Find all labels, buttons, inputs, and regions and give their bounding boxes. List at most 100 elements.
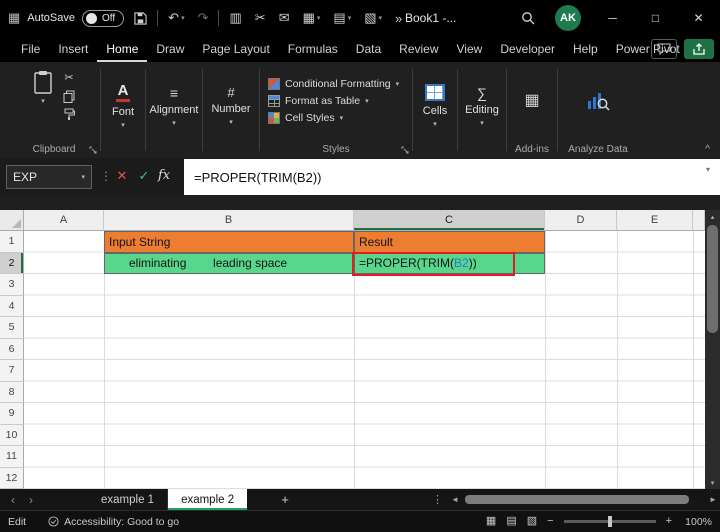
normal-view-button[interactable]: ▦: [486, 516, 496, 527]
format-painter-button[interactable]: [63, 108, 75, 121]
row-header-11[interactable]: 11: [0, 446, 24, 468]
zoom-in-button[interactable]: +: [666, 516, 672, 527]
row-header-8[interactable]: 8: [0, 381, 24, 403]
sheet-nav-next-button[interactable]: ›: [22, 489, 40, 510]
editing-group-button[interactable]: ∑ Editing ▾: [458, 62, 506, 158]
column-header-e[interactable]: E: [617, 210, 693, 231]
sheet-tab-example-1[interactable]: example 1: [88, 489, 169, 510]
scroll-down-icon[interactable]: ▾: [705, 476, 720, 489]
sheet-options-icon[interactable]: ⋮: [432, 489, 443, 510]
formula-bar-handle-icon[interactable]: ⋮: [100, 169, 112, 183]
cancel-button[interactable]: ✕: [112, 168, 132, 184]
addins-button[interactable]: ▦: [507, 62, 557, 140]
app-launcher-icon[interactable]: ▦: [8, 10, 20, 26]
accessibility-status[interactable]: Accessibility: Good to go: [48, 516, 179, 528]
conditional-formatting-button[interactable]: Conditional Formatting ▾: [268, 78, 399, 90]
tab-file[interactable]: File: [12, 36, 49, 62]
tab-formulas[interactable]: Formulas: [279, 36, 347, 62]
row-header-3[interactable]: 3: [0, 274, 24, 296]
formula-bar-expand-icon[interactable]: ▾: [706, 159, 710, 174]
column-header-b[interactable]: B: [104, 210, 354, 231]
tab-draw[interactable]: Draw: [147, 36, 193, 62]
save-button[interactable]: [131, 5, 150, 31]
row-header-7[interactable]: 7: [0, 360, 24, 382]
share-button[interactable]: [684, 39, 714, 59]
row-header-5[interactable]: 5: [0, 317, 24, 339]
cell-c1[interactable]: Result: [354, 231, 545, 253]
tab-review[interactable]: Review: [390, 36, 447, 62]
page-layout-view-button[interactable]: ▤: [506, 516, 516, 527]
toolbar-overflow-button[interactable]: »: [392, 5, 405, 31]
tab-data[interactable]: Data: [347, 36, 390, 62]
zoom-slider[interactable]: [563, 516, 656, 527]
zoom-slider-thumb[interactable]: [607, 516, 612, 527]
vertical-scrollbar[interactable]: ▴ ▾: [705, 210, 720, 489]
horizontal-scrollbar[interactable]: ◄ ►: [448, 489, 720, 510]
scroll-left-icon[interactable]: ◄: [448, 489, 462, 510]
cell-styles-button[interactable]: Cell Styles ▾: [268, 112, 343, 124]
zoom-out-button[interactable]: −: [547, 516, 553, 527]
vertical-scroll-thumb[interactable]: [707, 225, 718, 333]
scroll-right-icon[interactable]: ►: [706, 489, 720, 510]
tab-home[interactable]: Home: [97, 36, 147, 62]
sheet-tab-example-2[interactable]: example 2: [168, 489, 248, 510]
formula-input[interactable]: =PROPER(TRIM(B2)) ▾: [184, 159, 720, 195]
autosave-toggle[interactable]: Off: [82, 9, 125, 27]
maximize-button[interactable]: □: [634, 0, 677, 36]
qat-workbook-button[interactable]: ▥: [226, 5, 244, 31]
tab-insert[interactable]: Insert: [49, 36, 97, 62]
autosave-toggle-knob: [86, 12, 97, 24]
format-as-table-button[interactable]: Format as Table ▾: [268, 95, 369, 107]
enter-button[interactable]: ✓: [134, 168, 154, 184]
tab-view[interactable]: View: [448, 36, 492, 62]
close-button[interactable]: ✕: [677, 0, 720, 36]
row-header-12[interactable]: 12: [0, 467, 24, 489]
qat-borders-button[interactable]: ▦ ▾: [300, 5, 324, 31]
row-header-10[interactable]: 10: [0, 424, 24, 446]
tab-developer[interactable]: Developer: [491, 36, 564, 62]
comments-button[interactable]: [651, 39, 677, 59]
tab-help[interactable]: Help: [564, 36, 607, 62]
new-sheet-button[interactable]: +: [272, 489, 298, 510]
qat-cell-styles-button[interactable]: ▧ ▾: [361, 5, 385, 31]
font-group-button[interactable]: A Font ▾: [101, 62, 145, 158]
zoom-level[interactable]: 100%: [682, 516, 712, 528]
cell-b1[interactable]: Input String: [104, 231, 354, 253]
styles-dialog-launcher[interactable]: [401, 146, 409, 154]
number-group-button[interactable]: # Number ▾: [203, 62, 259, 158]
minimize-button[interactable]: ─: [591, 0, 634, 36]
undo-button[interactable]: ↶ ▾: [165, 5, 187, 31]
paste-button[interactable]: ▾: [33, 70, 53, 105]
row-header-9[interactable]: 9: [0, 403, 24, 425]
collapse-ribbon-button[interactable]: ^: [705, 144, 710, 155]
cells-group-button[interactable]: Cells ▾: [413, 62, 457, 158]
qat-table-button[interactable]: ▤ ▾: [330, 5, 354, 31]
search-button[interactable]: [511, 0, 545, 36]
page-break-view-button[interactable]: ▧: [527, 516, 537, 527]
column-header-f-partial[interactable]: [693, 210, 705, 231]
account-avatar[interactable]: AK: [555, 5, 581, 31]
tab-page-layout[interactable]: Page Layout: [193, 36, 278, 62]
qat-mail-button[interactable]: ✉: [276, 5, 293, 31]
qat-cut-button[interactable]: ✂: [252, 5, 269, 31]
row-header-1[interactable]: 1: [0, 231, 24, 253]
clipboard-dialog-launcher[interactable]: [89, 146, 97, 154]
select-all-corner[interactable]: [0, 210, 24, 231]
cell-b2[interactable]: eliminating leading space: [104, 252, 354, 274]
copy-button[interactable]: [63, 90, 75, 103]
row-header-6[interactable]: 6: [0, 338, 24, 360]
row-header-4[interactable]: 4: [0, 295, 24, 317]
cut-button[interactable]: ✂: [63, 72, 75, 85]
redo-button[interactable]: ↷: [195, 5, 212, 31]
sheet-nav-prev-button[interactable]: ‹: [4, 489, 22, 510]
analyze-data-button[interactable]: [558, 62, 638, 140]
column-header-a[interactable]: A: [24, 210, 104, 231]
scroll-up-icon[interactable]: ▴: [705, 210, 720, 223]
column-header-c[interactable]: C: [354, 210, 545, 231]
horizontal-scroll-thumb[interactable]: [465, 495, 689, 504]
alignment-group-button[interactable]: ≡ Alignment ▾: [146, 62, 202, 158]
column-header-d[interactable]: D: [545, 210, 617, 231]
row-header-2[interactable]: 2: [0, 252, 24, 274]
name-box[interactable]: EXP ▾: [6, 165, 92, 189]
insert-function-button[interactable]: fx: [158, 168, 170, 183]
